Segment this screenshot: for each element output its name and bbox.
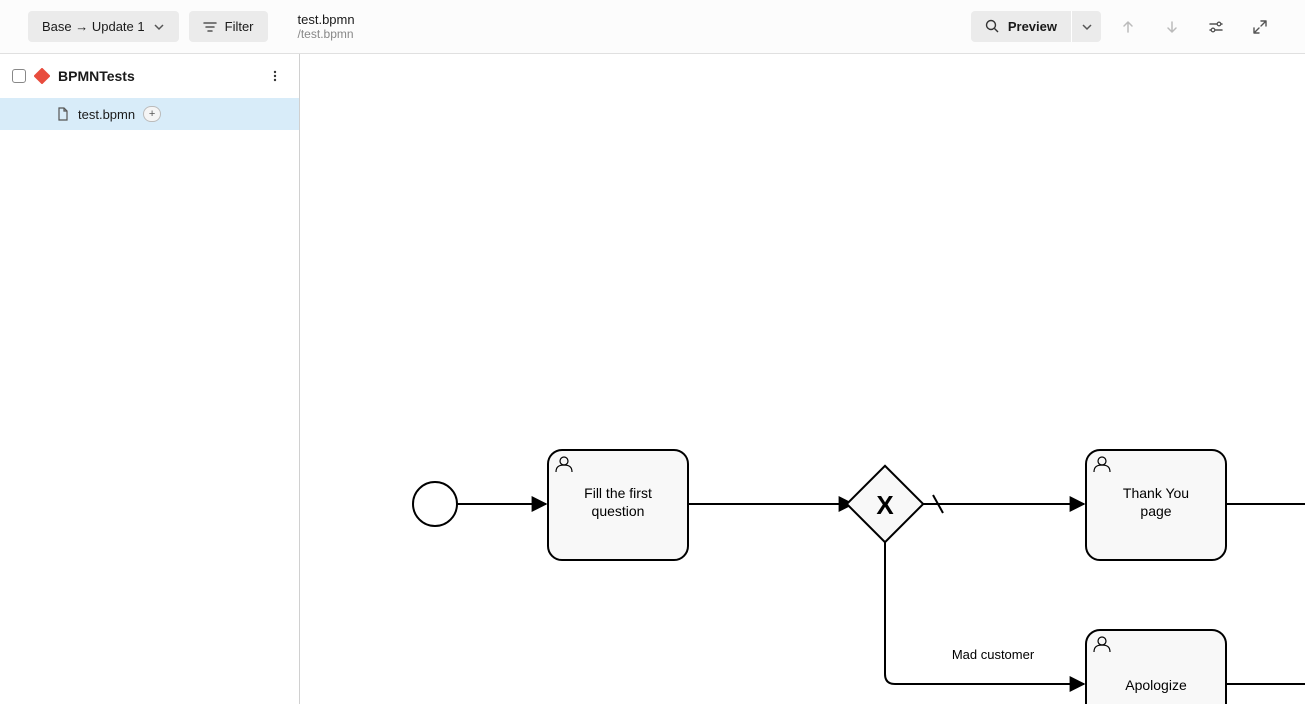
chevron-down-icon xyxy=(153,21,165,33)
arrow-up-icon xyxy=(1121,20,1135,34)
prev-diff-button[interactable] xyxy=(1111,10,1145,44)
preview-button[interactable]: Preview xyxy=(971,11,1071,42)
file-path: /test.bpmn xyxy=(298,27,355,41)
more-button[interactable] xyxy=(263,64,287,88)
sliders-icon xyxy=(1208,19,1224,35)
task-label: question xyxy=(592,503,645,519)
task-label: page xyxy=(1140,503,1171,519)
user-task-thank-you[interactable]: Thank You page xyxy=(1086,450,1226,560)
more-vertical-icon xyxy=(268,69,282,83)
sequence-flow-default[interactable] xyxy=(923,495,1084,513)
toolbar: Base → Update 1 Filter test.bpmn /test.b… xyxy=(0,0,1305,54)
settings-button[interactable] xyxy=(1199,10,1233,44)
tree-root[interactable]: BPMNTests xyxy=(0,54,299,98)
bpmn-icon xyxy=(34,68,50,84)
expand-icon xyxy=(1252,19,1268,35)
preview-group: Preview xyxy=(971,11,1101,42)
root-label: BPMNTests xyxy=(58,68,135,84)
compare-dropdown[interactable]: Base → Update 1 xyxy=(28,11,179,42)
bpmn-diagram: Fill the first question X xyxy=(300,54,1305,704)
diagram-canvas[interactable]: Fill the first question X xyxy=(300,54,1305,704)
user-task-apologize[interactable]: Apologize xyxy=(1086,630,1226,704)
task-label: Thank You xyxy=(1123,485,1189,501)
chevron-down-icon xyxy=(1081,21,1093,33)
gateway-marker: X xyxy=(876,490,894,520)
task-label: Apologize xyxy=(1125,677,1187,693)
file-name: test.bpmn xyxy=(298,12,355,27)
filter-label: Filter xyxy=(225,19,254,34)
start-event[interactable] xyxy=(413,482,457,526)
file-icon xyxy=(56,107,70,121)
filter-icon xyxy=(203,20,217,34)
tree-item-file[interactable]: test.bpmn + xyxy=(0,98,299,130)
sequence-flow-mad[interactable]: Mad customer xyxy=(885,542,1084,684)
exclusive-gateway[interactable]: X xyxy=(847,466,923,542)
filter-button[interactable]: Filter xyxy=(189,11,268,42)
root-checkbox[interactable] xyxy=(12,69,26,83)
tree-item-label: test.bpmn xyxy=(78,107,135,122)
sidebar: BPMNTests test.bpmn + xyxy=(0,54,300,704)
user-task-fill-question[interactable]: Fill the first question xyxy=(548,450,688,560)
preview-dropdown[interactable] xyxy=(1071,11,1101,42)
expand-button[interactable] xyxy=(1243,10,1277,44)
preview-label: Preview xyxy=(1008,19,1057,34)
compare-label: Base → Update 1 xyxy=(42,19,145,34)
flow-label: Mad customer xyxy=(952,647,1035,662)
added-badge: + xyxy=(143,106,161,122)
next-diff-button[interactable] xyxy=(1155,10,1189,44)
file-info: test.bpmn /test.bpmn xyxy=(298,12,355,41)
main: BPMNTests test.bpmn + xyxy=(0,54,1305,704)
task-label: Fill the first xyxy=(584,485,652,501)
arrow-down-icon xyxy=(1165,20,1179,34)
preview-icon xyxy=(985,19,1000,34)
